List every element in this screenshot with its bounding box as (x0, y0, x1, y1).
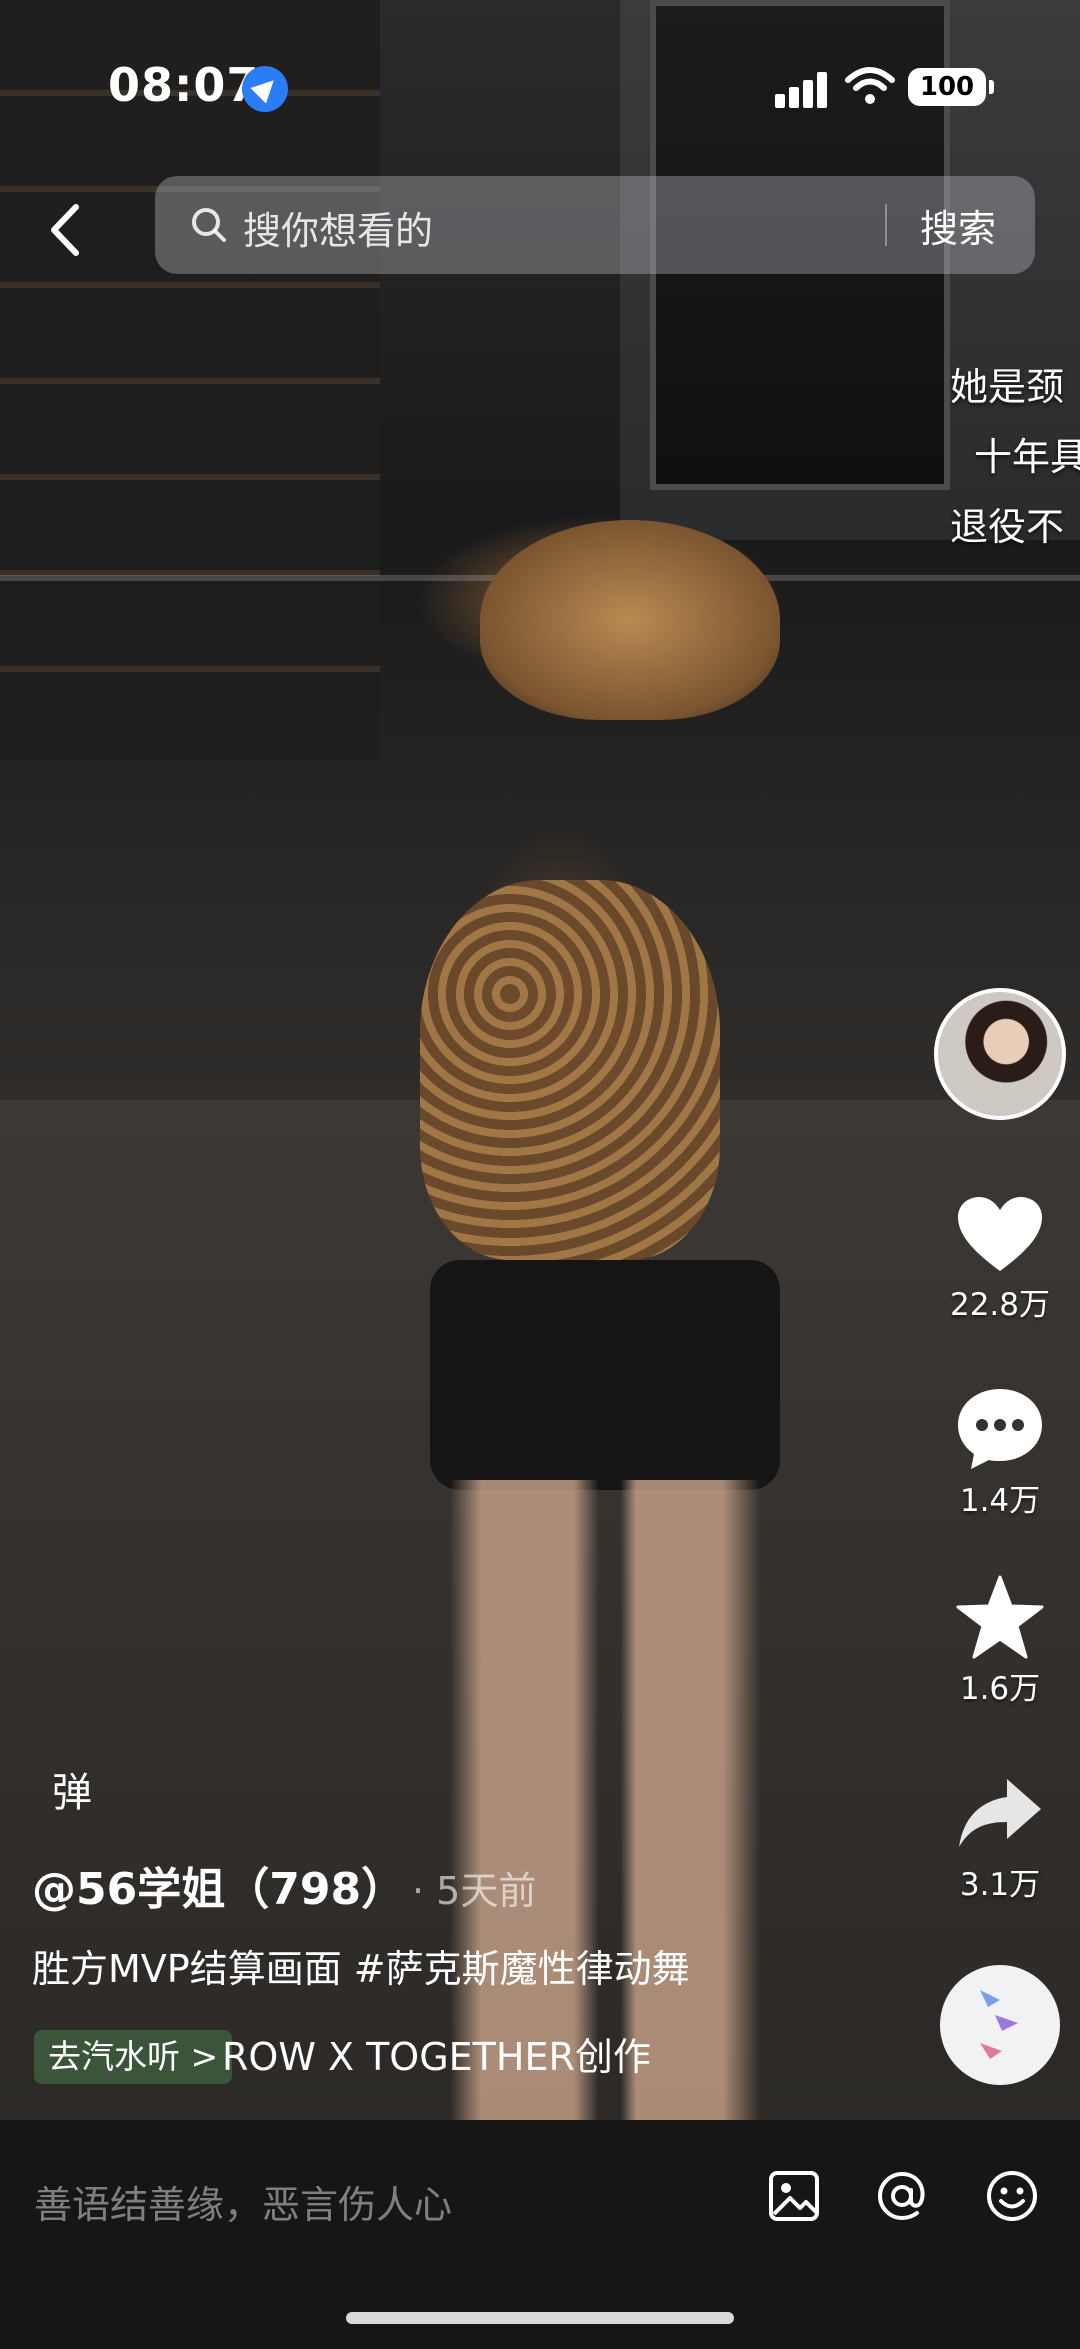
back-button[interactable] (40, 195, 88, 265)
caption-line-3: 退役不 (950, 505, 1065, 549)
caption-line-2: 十年具 (974, 435, 1080, 479)
status-bar: 08:07 100 (0, 0, 1080, 170)
favorite-button[interactable]: 1.6万 (935, 1575, 1065, 1708)
open-music-app-button[interactable]: 去汽水听 > (34, 2030, 233, 2084)
video-player[interactable] (0, 0, 1080, 2120)
emoji-icon[interactable] (984, 2168, 1040, 2224)
author-avatar[interactable] (934, 988, 1066, 1120)
heart-icon (958, 1197, 1042, 1271)
comment-count: 1.4万 (959, 1483, 1041, 1519)
video-description[interactable]: 胜方MVP结算画面 #萨克斯魔性律动舞 (32, 1938, 690, 1993)
star-icon (956, 1575, 1044, 1659)
music-title[interactable]: ROW X TOGETHER创作 (222, 2030, 672, 2084)
comment-button[interactable]: 1.4万 (935, 1385, 1065, 1520)
danmu-toggle-button[interactable]: 弹 (52, 1760, 92, 1818)
music-disc[interactable] (940, 1965, 1060, 2085)
caption-line-1: 她是颈 (950, 365, 1065, 409)
dancer-hood (480, 520, 780, 720)
search-input[interactable]: 搜你想看的 搜索 (155, 176, 1035, 274)
search-placeholder: 搜你想看的 (243, 209, 434, 253)
share-count: 3.1万 (959, 1867, 1041, 1903)
like-count: 22.8万 (949, 1287, 1051, 1323)
dancer-legs (450, 1480, 760, 2120)
wifi-icon (845, 67, 895, 104)
author-name[interactable]: @56学姐（798） (32, 1853, 405, 1917)
comment-icon (958, 1389, 1042, 1469)
location-arrow-icon (242, 66, 288, 112)
cell-signal-icon (775, 72, 829, 108)
image-icon[interactable] (766, 2168, 822, 2224)
video-caption-overlay: 她是颈 十年具 退役不 (950, 352, 1080, 562)
at-icon[interactable] (874, 2168, 930, 2224)
battery-icon: 100 (908, 68, 994, 106)
dancer-shorts (430, 1260, 780, 1490)
status-time: 08:07 (108, 58, 260, 112)
post-time: · 5天前 (412, 1869, 537, 1913)
search-icon (192, 208, 226, 242)
dancer-top (420, 880, 720, 1260)
search-button[interactable]: 搜索 (920, 198, 996, 253)
like-button[interactable]: 22.8万 (935, 1195, 1065, 1324)
search-divider (885, 204, 887, 246)
favorite-count: 1.6万 (959, 1671, 1041, 1707)
share-button[interactable]: 3.1万 (935, 1775, 1065, 1904)
comment-bar: 善语结善缘，恶言伤人心 (0, 2120, 1080, 2349)
pinwheel-icon (980, 1990, 1018, 2059)
comment-input[interactable]: 善语结善缘，恶言伤人心 (34, 2174, 452, 2229)
share-arrow-icon (959, 1779, 1041, 1847)
home-indicator[interactable] (346, 2312, 734, 2324)
